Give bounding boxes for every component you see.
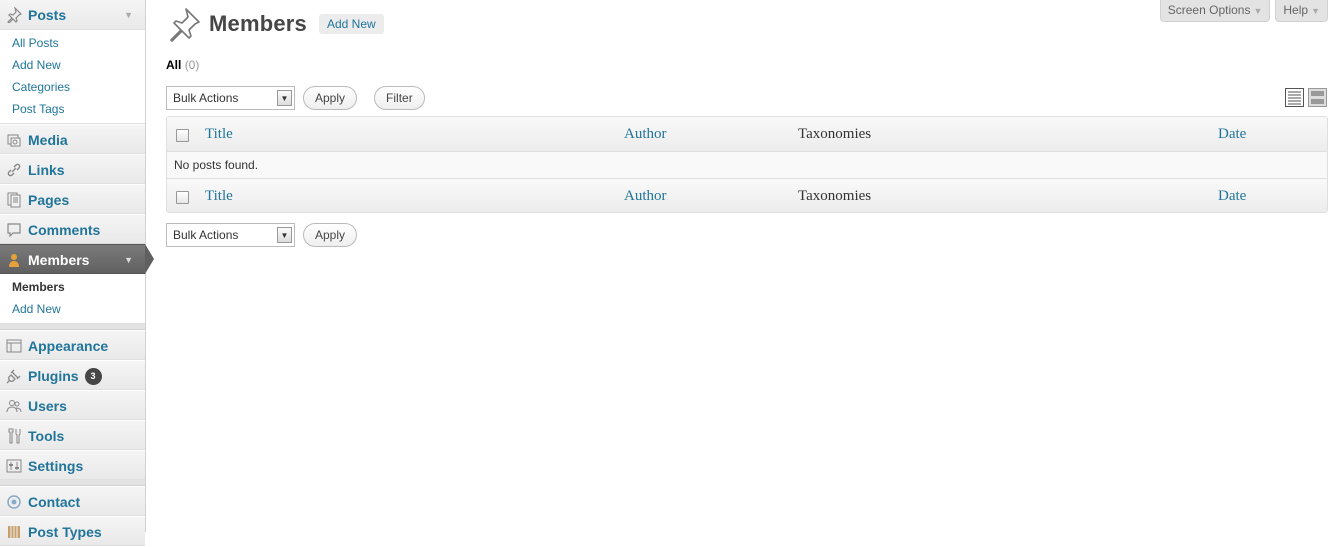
comment-icon [6,222,22,238]
no-items-row: No posts found. [167,152,1327,178]
column-author[interactable]: Author [624,179,667,212]
screen-meta-links: Screen Options ▼ Help ▼ [1159,0,1328,22]
admin-sidebar: Posts ▼ All Posts Add New Categories Pos… [0,0,154,546]
chevron-down-icon[interactable]: ▼ [124,245,133,275]
triangle-down-icon: ▼ [1253,6,1263,16]
column-date[interactable]: Date [1218,117,1246,152]
page-header: Members Add New [166,6,384,42]
status-views: All (0) [166,58,199,72]
post-types-icon [6,524,22,540]
excerpt-view-icon[interactable] [1308,88,1327,107]
menu-users-label: Users [28,398,67,414]
submenu-members[interactable]: Members [0,276,145,298]
menu-tools-label: Tools [28,428,65,444]
column-taxonomies: Taxonomies [798,126,872,142]
column-author[interactable]: Author [624,117,667,152]
submenu-add-new-post[interactable]: Add New [0,54,145,76]
menu-appearance[interactable]: Appearance [0,330,145,360]
tablenav-bottom: Bulk Actions ▼ Apply [166,222,358,248]
submenu-all-posts[interactable]: All Posts [0,32,145,54]
view-all-count: (0) [184,58,200,72]
submenu-add-new-member[interactable]: Add New [0,298,145,320]
menu-post-types[interactable]: Post Types [0,516,145,546]
help-label: Help [1283,3,1309,17]
menu-post-types-label: Post Types [28,524,102,540]
menu-pages-label: Pages [28,192,70,208]
plugin-update-count-badge: 3 [84,367,102,385]
appearance-icon [6,338,22,354]
select-all-checkbox[interactable] [176,129,189,142]
member-icon [6,252,22,268]
pushpin-icon [166,6,202,42]
menu-links-label: Links [28,162,65,178]
menu-posts-label: Posts [28,7,67,23]
column-title[interactable]: Title [205,179,233,212]
bulk-actions-value: Bulk Actions [173,91,239,105]
bulk-actions-select[interactable]: Bulk Actions ▼ [166,86,295,110]
view-switch [1285,88,1327,107]
menu-pages[interactable]: Pages [0,184,145,214]
menu-members-label: Members [28,252,90,268]
contact-icon [6,494,22,510]
users-icon [6,398,22,414]
menu-users[interactable]: Users [0,390,145,420]
menu-comments-label: Comments [28,222,101,238]
menu-plugins[interactable]: Plugins 3 [0,360,145,390]
menu-settings[interactable]: Settings [0,450,145,480]
submenu-post-tags[interactable]: Post Tags [0,98,145,120]
bulk-actions-value: Bulk Actions [173,228,239,242]
dropdown-arrow-icon[interactable]: ▼ [277,227,292,243]
list-view-icon[interactable] [1285,88,1304,107]
menu-media-label: Media [28,132,68,148]
plug-icon [6,368,22,384]
menu-comments[interactable]: Comments [0,214,145,244]
screen-options-button[interactable]: Screen Options ▼ [1159,0,1271,22]
submenu-categories[interactable]: Categories [0,76,145,98]
pushpin-icon [6,7,22,23]
add-new-button[interactable]: Add New [319,14,384,34]
menu-links[interactable]: Links [0,154,145,184]
view-all-link[interactable]: All [166,58,181,72]
column-title[interactable]: Title [205,117,233,152]
menu-settings-label: Settings [28,458,84,474]
tablenav-top: Bulk Actions ▼ Apply Filter [166,85,425,111]
main-content: Screen Options ▼ Help ▼ Members Add New Al… [166,0,1331,532]
members-submenu: Members Add New [0,274,145,324]
media-icon [6,132,22,148]
menu-contact[interactable]: Contact [0,486,145,516]
chevron-down-icon[interactable]: ▼ [124,0,133,30]
triangle-down-icon: ▼ [1311,6,1320,16]
current-menu-pointer [145,244,154,274]
menu-posts[interactable]: Posts ▼ [0,0,145,30]
screen-options-label: Screen Options [1167,3,1251,17]
tools-icon [6,428,22,444]
menu-members[interactable]: Members ▼ [0,244,154,275]
dropdown-arrow-icon[interactable]: ▼ [277,90,292,106]
table-footer: Title Author Taxonomies Date [167,178,1327,212]
menu-tools[interactable]: Tools [0,420,145,450]
posts-list-table: Title Author Taxonomies Date No posts fo… [166,116,1328,213]
pages-icon [6,192,22,208]
menu-media[interactable]: Media [0,124,145,154]
apply-button[interactable]: Apply [303,223,358,247]
table-header: Title Author Taxonomies Date [167,117,1327,152]
menu-plugins-label: Plugins [28,368,79,384]
settings-icon [6,458,22,474]
filter-button[interactable]: Filter [374,86,425,110]
posts-submenu: All Posts Add New Categories Post Tags [0,30,145,124]
link-icon [6,162,22,178]
column-date[interactable]: Date [1218,179,1246,212]
page-title: Members [209,11,307,36]
help-button[interactable]: Help ▼ [1275,0,1328,22]
bulk-actions-select[interactable]: Bulk Actions ▼ [166,223,295,247]
menu-appearance-label: Appearance [28,338,109,354]
select-all-checkbox[interactable] [176,191,189,204]
apply-button[interactable]: Apply [303,86,358,110]
menu-contact-label: Contact [28,494,81,510]
column-taxonomies: Taxonomies [798,188,872,204]
